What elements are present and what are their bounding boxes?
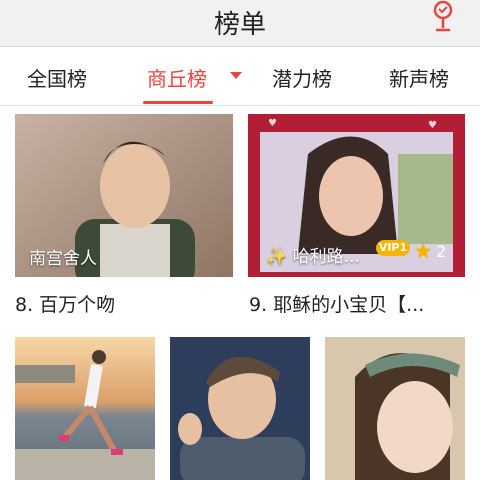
avatar xyxy=(15,337,155,480)
card-caption[interactable]: 8. 百万个吻 xyxy=(15,290,115,317)
ranking-card[interactable]: 南宫舍人 xyxy=(15,114,233,277)
star-icon xyxy=(415,243,431,259)
title-bar: 榜单 xyxy=(0,0,480,47)
microphone-icon[interactable] xyxy=(426,0,460,34)
vip-badge: VIP1 xyxy=(376,240,410,256)
tab-shangqiu[interactable]: 商丘榜 xyxy=(147,63,207,92)
svg-text:♥: ♥ xyxy=(428,120,437,131)
avatar xyxy=(325,337,465,480)
tab-new-voice[interactable]: 新声榜 xyxy=(389,63,449,92)
svg-text:♥: ♥ xyxy=(268,118,277,129)
streamer-name: ✨ 哈利路... xyxy=(266,247,360,267)
active-tab-indicator xyxy=(143,101,213,104)
star-count: 2 xyxy=(436,242,447,261)
tab-bar: 全国榜 商丘榜 潜力榜 新声榜 xyxy=(0,47,480,106)
page-title: 榜单 xyxy=(213,10,266,40)
card-caption[interactable]: 9. 耶稣的小宝贝【... xyxy=(249,290,424,317)
ranking-card[interactable]: ♥ ♥ ✨ 哈利路... VIP1 2 xyxy=(248,114,465,277)
ranking-card[interactable] xyxy=(325,337,465,480)
chevron-down-icon[interactable] xyxy=(230,72,242,79)
ranking-card[interactable] xyxy=(170,337,310,480)
tab-national[interactable]: 全国榜 xyxy=(27,63,87,92)
streamer-name: 南宫舍人 xyxy=(29,249,97,269)
ranking-card[interactable] xyxy=(15,337,155,480)
tab-potential[interactable]: 潜力榜 xyxy=(272,63,332,92)
avatar xyxy=(170,337,310,480)
